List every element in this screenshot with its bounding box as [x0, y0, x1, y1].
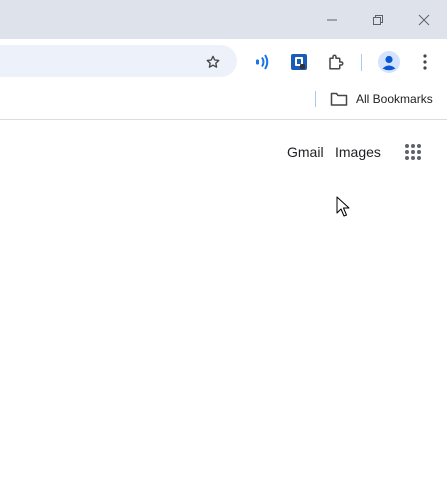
- cast-extension-icon: [256, 54, 269, 70]
- profile-avatar-icon: [378, 51, 400, 73]
- bookmarks-separator: [315, 91, 316, 107]
- close-icon: [418, 14, 430, 25]
- toolbar-separator: [361, 54, 362, 71]
- cast-extension-button[interactable]: [248, 48, 276, 76]
- google-apps-button[interactable]: [399, 138, 427, 166]
- extension-icon: [291, 54, 307, 70]
- profile-button[interactable]: [375, 48, 403, 76]
- folder-icon: [330, 92, 348, 106]
- close-window-button[interactable]: [401, 0, 447, 39]
- more-menu-button[interactable]: [411, 48, 439, 76]
- images-link[interactable]: Images: [335, 144, 381, 160]
- gmail-link[interactable]: Gmail: [287, 144, 324, 160]
- all-bookmarks-label: All Bookmarks: [356, 92, 433, 106]
- mouse-cursor-icon: [336, 196, 350, 217]
- extensions-puzzle-icon: [329, 54, 344, 70]
- mouse-cursor: [336, 196, 350, 223]
- restore-button[interactable]: [355, 0, 401, 39]
- minimize-icon: [327, 19, 337, 20]
- restore-icon: [373, 14, 383, 25]
- all-bookmarks-button[interactable]: All Bookmarks: [330, 90, 433, 108]
- extension-button[interactable]: [285, 48, 313, 76]
- google-apps-icon: [405, 144, 421, 160]
- more-menu-icon: [423, 54, 427, 70]
- extensions-menu-button[interactable]: [322, 48, 350, 76]
- browser-toolbar: [0, 39, 447, 84]
- bookmark-star-button[interactable]: [199, 48, 227, 76]
- title-bar: [0, 0, 447, 39]
- bookmark-star-icon: [206, 55, 220, 68]
- minimize-button[interactable]: [309, 0, 355, 39]
